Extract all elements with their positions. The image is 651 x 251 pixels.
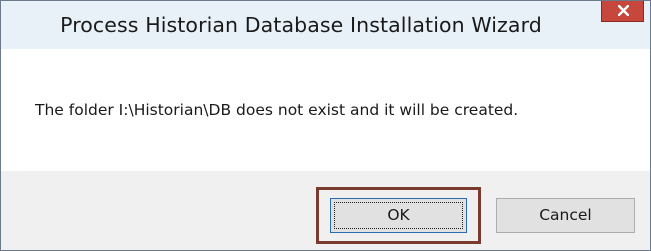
ok-button[interactable]: OK bbox=[330, 198, 467, 233]
cancel-button[interactable]: Cancel bbox=[496, 198, 635, 233]
dialog-message: The folder I:\Historian\DB does not exis… bbox=[35, 101, 519, 119]
close-button[interactable] bbox=[601, 1, 644, 22]
dialog-window: Process Historian Database Installation … bbox=[0, 0, 651, 251]
title-bar: Process Historian Database Installation … bbox=[1, 1, 650, 49]
cancel-button-label: Cancel bbox=[539, 206, 592, 224]
dialog-content: The folder I:\Historian\DB does not exis… bbox=[1, 49, 650, 171]
ok-button-label: OK bbox=[387, 206, 410, 224]
close-x-icon bbox=[618, 5, 629, 16]
window-title: Process Historian Database Installation … bbox=[60, 13, 542, 37]
dialog-footer: OK Cancel bbox=[1, 171, 650, 250]
